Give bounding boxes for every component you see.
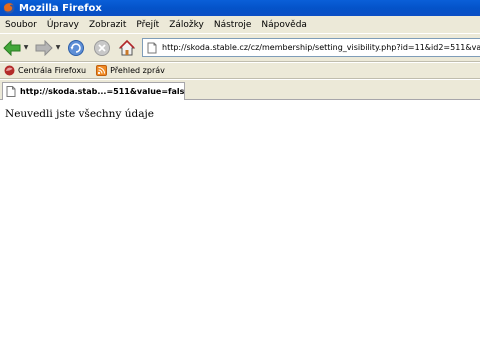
bookmarks-toolbar: Centrála Firefoxu Přehled zpráv — [0, 63, 480, 79]
title-bar: Mozilla Firefox — [0, 0, 480, 16]
home-icon — [118, 39, 136, 55]
firefox-logo-icon — [3, 2, 15, 14]
address-text[interactable]: http://skoda.stable.cz/cz/membership/set… — [162, 43, 480, 52]
tab-strip: http://skoda.stab...=511&value=false — [0, 80, 480, 100]
tab-current-page[interactable]: http://skoda.stab...=511&value=false — [2, 82, 185, 100]
forward-icon — [35, 39, 53, 56]
back-icon — [3, 39, 21, 56]
address-bar[interactable]: http://skoda.stable.cz/cz/membership/set… — [142, 38, 480, 57]
menu-bookmarks[interactable]: Záložky — [166, 20, 211, 30]
menu-tools[interactable]: Nástroje — [211, 20, 259, 30]
bookmark-label: Přehled zpráv — [110, 66, 165, 75]
menu-edit[interactable]: Úpravy — [44, 20, 86, 30]
rss-icon — [96, 65, 108, 76]
firefox-central-icon — [4, 65, 15, 76]
page-content: Neuvedli jste všechny údaje — [0, 101, 480, 338]
back-button[interactable] — [2, 38, 22, 58]
forward-history-dropdown[interactable]: ▼ — [54, 38, 62, 58]
page-icon — [6, 86, 16, 97]
tab-label: http://skoda.stab...=511&value=false — [20, 87, 185, 96]
menu-view[interactable]: Zobrazit — [86, 20, 133, 30]
menu-bar: Soubor Úpravy Zobrazit Přejít Záložky Ná… — [0, 16, 480, 34]
bookmark-news[interactable]: Přehled zpráv — [96, 65, 165, 76]
menu-go[interactable]: Přejít — [133, 20, 166, 30]
stop-icon — [94, 39, 110, 56]
home-button[interactable] — [117, 38, 137, 58]
navigation-toolbar: ▼ ▼ http://skoda.stable.cz/cz/membership — [0, 34, 480, 62]
bookmark-label: Centrála Firefoxu — [18, 66, 87, 75]
menu-file[interactable]: Soubor — [2, 20, 44, 30]
reload-icon — [68, 39, 84, 56]
forward-button[interactable] — [34, 38, 54, 58]
page-icon — [147, 42, 157, 53]
menu-help[interactable]: Nápověda — [258, 20, 314, 30]
bookmark-firefox-central[interactable]: Centrála Firefoxu — [4, 65, 86, 76]
error-message: Neuvedli jste všechny údaje — [5, 108, 154, 120]
window-title: Mozilla Firefox — [19, 2, 102, 14]
back-history-dropdown[interactable]: ▼ — [22, 38, 30, 58]
reload-button[interactable] — [66, 38, 86, 58]
stop-button[interactable] — [92, 38, 112, 58]
